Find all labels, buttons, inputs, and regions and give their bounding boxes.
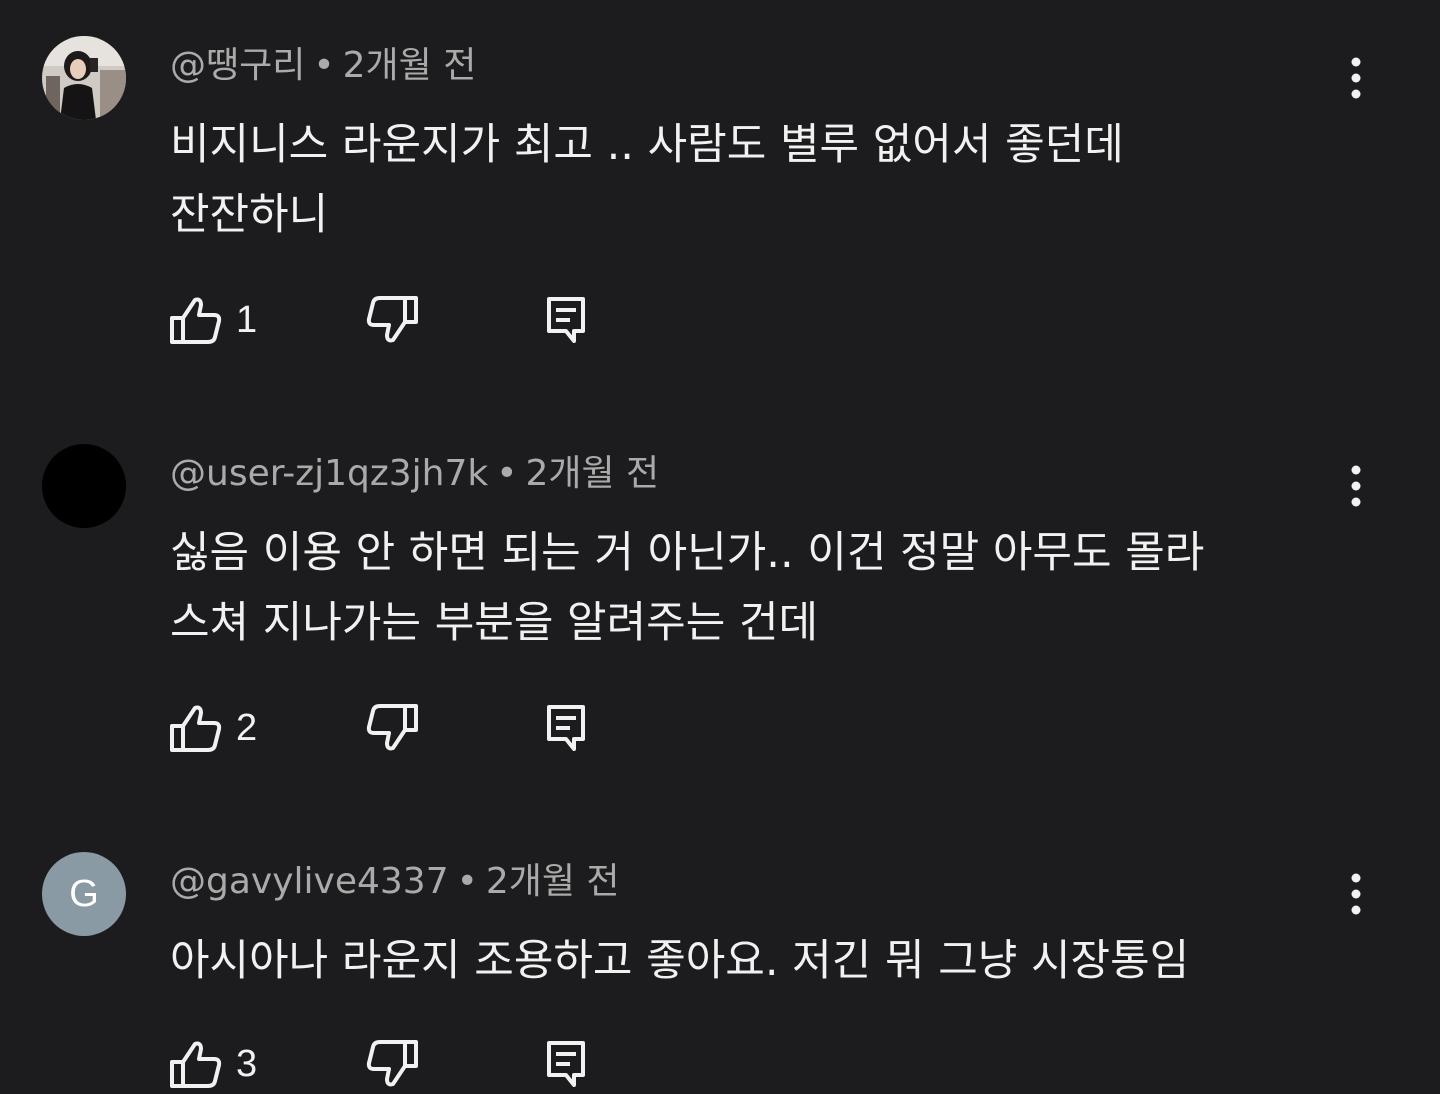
comment-reply-icon — [547, 705, 585, 751]
avatar-letter: G — [69, 872, 99, 915]
separator: • — [456, 861, 478, 902]
more-options-button[interactable] — [1336, 464, 1376, 508]
like-count: 2 — [236, 707, 258, 749]
dislike-button[interactable] — [364, 1038, 420, 1090]
comment-age: 2개월 전 — [485, 861, 620, 902]
more-options-button[interactable] — [1336, 872, 1376, 916]
avatar-solid — [42, 444, 126, 528]
comment-meta: @gavylive4337 • 2개월 전 — [170, 858, 620, 906]
comment-reply-icon — [547, 1041, 585, 1087]
reply-button[interactable] — [544, 702, 588, 754]
avatar[interactable] — [42, 444, 126, 528]
like-count: 1 — [236, 299, 258, 341]
like-button[interactable] — [168, 294, 224, 346]
more-options-button[interactable] — [1336, 56, 1376, 100]
avatar-photo — [42, 36, 126, 120]
thumbs-down-icon — [366, 704, 418, 751]
avatar[interactable]: G — [42, 852, 126, 936]
author-handle[interactable]: @땡구리 — [170, 45, 305, 86]
thumbs-up-icon — [170, 705, 222, 752]
thumbs-down-icon — [366, 296, 418, 343]
reply-button[interactable] — [544, 294, 588, 346]
thumbs-down-icon — [366, 1040, 418, 1087]
comment-text: 비지니스 라운지가 최고 .. 사람도 별루 없어서 좋던데 잔잔하니 — [170, 120, 1124, 240]
dislike-button[interactable] — [364, 294, 420, 346]
avatar[interactable] — [42, 36, 126, 120]
separator: • — [496, 453, 518, 494]
separator: • — [313, 45, 335, 86]
comment-age: 2개월 전 — [525, 453, 660, 494]
more-vertical-icon — [1351, 465, 1361, 507]
author-handle[interactable]: @gavylive4337 — [170, 861, 449, 902]
more-vertical-icon — [1351, 57, 1361, 99]
comment-text: 아시아나 라운지 조용하고 좋아요. 저긴 뭐 그냥 시장통임 — [170, 936, 1190, 986]
like-button[interactable] — [168, 702, 224, 754]
comment-meta: @땡구리 • 2개월 전 — [170, 42, 476, 90]
more-vertical-icon — [1351, 873, 1361, 915]
thumbs-up-icon — [170, 1041, 222, 1088]
reply-button[interactable] — [544, 1038, 588, 1090]
comment-text: 싫음 이용 안 하면 되는 거 아닌가.. 이건 정말 아무도 몰라 스쳐 지나… — [170, 528, 1205, 648]
like-count: 3 — [236, 1043, 258, 1085]
dislike-button[interactable] — [364, 702, 420, 754]
author-handle[interactable]: @user-zj1qz3jh7k — [170, 453, 488, 494]
comment-meta: @user-zj1qz3jh7k • 2개월 전 — [170, 450, 659, 498]
like-button[interactable] — [168, 1038, 224, 1090]
thumbs-up-icon — [170, 297, 222, 344]
comment-age: 2개월 전 — [342, 45, 477, 86]
comment-reply-icon — [547, 297, 585, 343]
